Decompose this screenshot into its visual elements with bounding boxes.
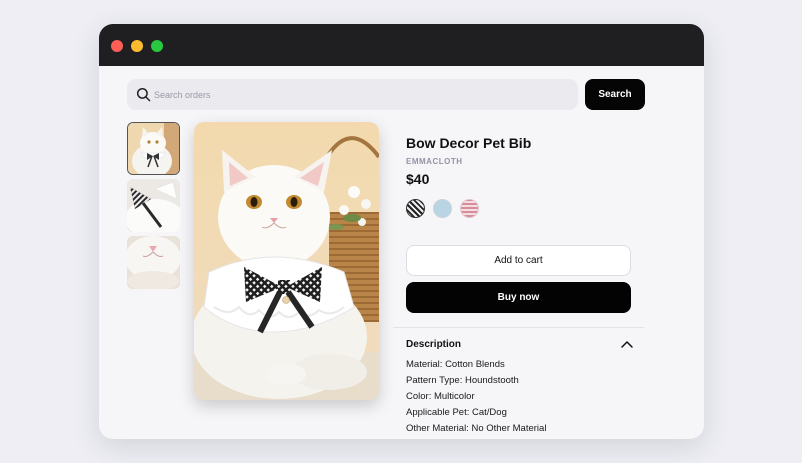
cat-closeup-thumbnail-image	[127, 236, 180, 289]
product-thumbnail-3[interactable]	[127, 236, 180, 289]
bow-detail-thumbnail-image	[127, 179, 180, 232]
minimize-window-button[interactable]	[131, 40, 143, 52]
product-thumbnail-2[interactable]	[127, 179, 180, 232]
description-heading[interactable]: Description	[406, 339, 461, 350]
description-line: Color: Multicolor	[406, 391, 475, 402]
description-line: Applicable Pet: Cat/Dog	[406, 407, 507, 418]
description-line: Material: Cotton Blends	[406, 359, 505, 370]
section-divider	[393, 327, 644, 328]
chevron-up-icon[interactable]	[620, 338, 634, 350]
search-bar	[127, 79, 578, 110]
close-window-button[interactable]	[111, 40, 123, 52]
cat-with-bow-bib-image	[194, 122, 379, 400]
search-button[interactable]: Search	[585, 79, 645, 110]
add-to-cart-button[interactable]: Add to cart	[406, 245, 631, 276]
maximize-window-button[interactable]	[151, 40, 163, 52]
product-thumbnail-1[interactable]	[127, 122, 180, 175]
app-window: Search orders Search Bow Decor Pet Bib E…	[99, 24, 704, 439]
color-swatch-blue[interactable]	[433, 199, 452, 218]
product-brand[interactable]: EMMACLOTH	[406, 157, 463, 166]
cat-thumbnail-image	[128, 123, 179, 174]
product-title: Bow Decor Pet Bib	[406, 135, 532, 151]
buy-now-button[interactable]: Buy now	[406, 282, 631, 313]
search-input[interactable]	[154, 79, 572, 110]
description-line: Pattern Type: Houndstooth	[406, 375, 519, 386]
search-icon	[136, 87, 151, 102]
color-swatch-pink-plaid[interactable]	[460, 199, 479, 218]
color-swatch-houndstooth[interactable]	[406, 199, 425, 218]
product-price: $40	[406, 171, 430, 187]
product-main-image	[194, 122, 379, 400]
title-bar	[99, 24, 704, 66]
description-list: Material: Cotton Blends Pattern Type: Ho…	[406, 357, 646, 437]
description-line: Other Material: No Other Material	[406, 423, 547, 434]
